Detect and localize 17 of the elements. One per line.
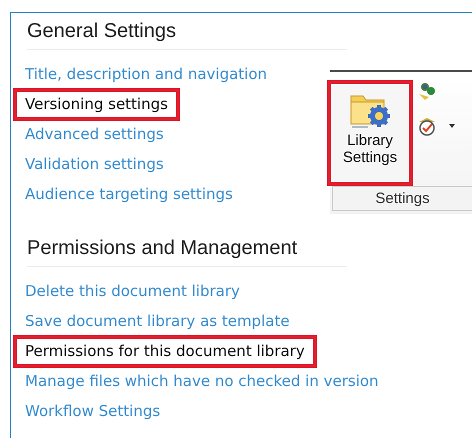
group-label: Settings (332, 186, 472, 211)
check-icon[interactable] (417, 116, 437, 136)
settings-link[interactable]: Title, description and navigation (13, 58, 280, 91)
caret-icon[interactable] (449, 124, 455, 128)
library-settings-button[interactable]: Library Settings (327, 80, 413, 186)
settings-link[interactable]: Audience targeting settings (13, 178, 245, 211)
settings-link[interactable]: Permissions for this document library (13, 335, 317, 368)
settings-link[interactable]: Save document library as template (13, 305, 302, 338)
people-icon[interactable] (417, 82, 437, 102)
settings-link[interactable]: Workflow Settings (13, 395, 172, 428)
section-heading: General Settings (27, 19, 177, 44)
settings-link[interactable]: Manage files which have no checked in version (13, 365, 391, 398)
settings-link[interactable]: Delete this document library (13, 275, 252, 308)
settings-link[interactable]: Validation settings (13, 148, 176, 181)
settings-link[interactable]: Advanced settings (13, 118, 176, 151)
settings-link[interactable]: Versioning settings (13, 88, 180, 121)
section-heading: Permissions and Management (27, 236, 298, 261)
